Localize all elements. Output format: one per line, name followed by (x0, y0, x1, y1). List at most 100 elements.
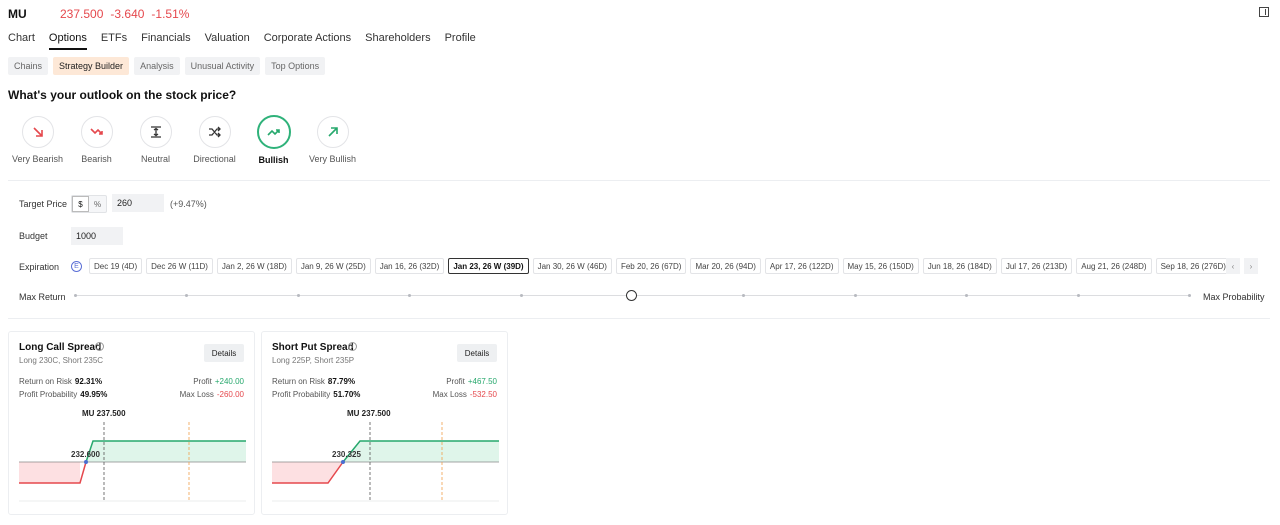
outlook-label: Very Bearish (11, 154, 64, 164)
outlook-label: Directional (193, 154, 236, 164)
profit-area (343, 441, 499, 462)
ticker-price: 237.500 (60, 7, 104, 21)
strategy-legs: Long 225P, Short 235P (272, 356, 355, 365)
ticker-symbol: MU (8, 7, 27, 21)
expiration-chip[interactable]: Dec 19 (4D) (89, 258, 143, 274)
payoff-chart: MU 237.500 230.325 (272, 409, 499, 502)
expiration-chip[interactable]: Feb 20, 26 (67D) (615, 258, 687, 274)
breakeven-label: 230.325 (332, 450, 361, 459)
outlook-very-bullish[interactable]: Very Bullish (303, 116, 362, 165)
slider-tick (408, 294, 412, 297)
tab-financials[interactable]: Financials (141, 32, 191, 50)
arrow-up-right-icon (327, 127, 338, 137)
slider-tick (1188, 294, 1191, 297)
payoff-chart: MU 237.500 232.600 (19, 409, 246, 502)
budget-input[interactable] (71, 227, 123, 245)
details-button[interactable]: Details (204, 344, 244, 362)
slider-tick (965, 294, 969, 297)
earnings-badge: E (71, 261, 82, 272)
expiration-chip-selected[interactable]: Jan 23, 26 W (39D) (448, 258, 529, 274)
strategy-title: Short Put Spread (272, 342, 354, 353)
outlook-title: What's your outlook on the stock price? (8, 88, 237, 102)
ticker-change: -3.640 (110, 7, 145, 21)
stat-row: Return on Risk 92.31% Profit +240.00 (19, 377, 244, 386)
risk-slider-thumb[interactable] (626, 290, 637, 301)
slider-tick (742, 294, 746, 297)
tab-profile[interactable]: Profile (445, 32, 476, 50)
chevron-left-icon[interactable]: ‹ (1226, 258, 1240, 274)
strategy-card[interactable]: Short Put Spread i Long 225P, Short 235P… (261, 331, 508, 515)
expiration-chip[interactable]: Jan 16, 26 (32D) (374, 258, 445, 274)
slider-tick (296, 294, 300, 297)
collapse-panel-icon[interactable] (1259, 7, 1269, 17)
outlook-label: Bullish (258, 155, 289, 165)
ticker-change-pct: -1.51% (151, 7, 190, 21)
outlook-bearish[interactable]: Bearish (67, 116, 126, 165)
price-marker-label: MU 237.500 (347, 409, 391, 418)
neutral-range-icon (150, 126, 161, 138)
expiration-chip[interactable]: Jan 30, 26 W (46D) (532, 258, 612, 274)
trend-down-icon (89, 128, 103, 135)
stat-row: Return on Risk 87.79% Profit +467.50 (272, 377, 497, 386)
tab-valuation[interactable]: Valuation (205, 32, 250, 50)
slider-tick (853, 294, 857, 297)
expiration-chip[interactable]: May 15, 26 (150D) (842, 258, 919, 274)
outlook-label: Bearish (81, 154, 112, 164)
loss-area (19, 462, 80, 483)
target-price-change: (+9.47%) (170, 199, 207, 209)
expiration-chip[interactable]: Mar 20, 26 (94D) (690, 258, 761, 274)
expiration-chip[interactable]: Dec 26 W (11D) (146, 258, 213, 274)
info-icon[interactable]: i (348, 342, 357, 351)
unit-percent-button[interactable]: % (89, 196, 106, 212)
tab-etfs[interactable]: ETFs (101, 32, 127, 50)
stat-row: Profit Probability 51.70% Max Loss -532.50 (272, 390, 497, 399)
tab-corporate-actions[interactable]: Corporate Actions (264, 32, 351, 50)
loss-area-2 (272, 462, 343, 483)
expiration-chip[interactable]: Jun 18, 26 (184D) (922, 258, 997, 274)
chevron-right-icon[interactable]: › (1244, 258, 1258, 274)
slider-tick (185, 294, 189, 297)
trend-up-icon (266, 129, 280, 136)
expiration-chip[interactable]: Jan 9, 26 W (25D) (295, 258, 371, 274)
subtab-top-options[interactable]: Top Options (265, 57, 326, 75)
strategy-title: Long Call Spread (19, 342, 102, 353)
tab-chart[interactable]: Chart (8, 32, 35, 50)
subtab-unusual-activity[interactable]: Unusual Activity (184, 57, 261, 75)
outlook-label: Very Bullish (308, 154, 357, 164)
price-unit-toggle: $ % (71, 195, 107, 213)
expiration-chip[interactable]: Apr 17, 26 (122D) (764, 258, 839, 274)
info-icon[interactable]: i (95, 342, 104, 351)
unit-dollar-button[interactable]: $ (72, 196, 89, 212)
main-tabs: Chart Options ETFs Financials Valuation … (8, 32, 490, 50)
target-price-input[interactable] (112, 194, 164, 212)
strategy-legs: Long 230C, Short 235C (19, 356, 104, 365)
sub-tabs: Chains Strategy Builder Analysis Unusual… (8, 57, 326, 75)
outlook-neutral[interactable]: Neutral (126, 116, 185, 165)
expiration-chip[interactable]: Aug 21, 26 (248D) (1076, 258, 1152, 274)
slider-tick (74, 294, 77, 297)
outlook-directional[interactable]: Directional (185, 116, 244, 165)
tab-options[interactable]: Options (48, 32, 87, 50)
target-price-label: Target Price (19, 199, 68, 209)
outlook-bullish[interactable]: Bullish (244, 115, 303, 165)
outlook-very-bearish[interactable]: Very Bearish (8, 116, 67, 165)
tab-shareholders[interactable]: Shareholders (365, 32, 430, 50)
expiration-chip[interactable]: Jul 17, 26 (213D) (1000, 258, 1073, 274)
subtab-strategy-builder[interactable]: Strategy Builder (53, 57, 130, 75)
slider-right-label: Max Probability (1203, 292, 1265, 302)
slider-tick (519, 294, 523, 297)
profit-area (86, 441, 246, 462)
expiration-chip[interactable]: Jan 2, 26 W (18D) (216, 258, 292, 274)
subtab-analysis[interactable]: Analysis (134, 57, 180, 75)
subtab-chains[interactable]: Chains (8, 57, 49, 75)
shuffle-icon (209, 126, 221, 138)
budget-label: Budget (19, 231, 48, 241)
price-marker-label: MU 237.500 (82, 409, 126, 418)
details-button[interactable]: Details (457, 344, 497, 362)
expiration-label: Expiration (19, 262, 60, 272)
breakeven-label: 232.600 (71, 450, 100, 459)
expiration-chip[interactable]: Sep 18, 26 (276D) (1155, 258, 1231, 274)
slider-tick (1076, 294, 1080, 297)
strategy-card[interactable]: Long Call Spread i Long 230C, Short 235C… (8, 331, 255, 515)
slider-left-label: Max Return (19, 292, 66, 302)
